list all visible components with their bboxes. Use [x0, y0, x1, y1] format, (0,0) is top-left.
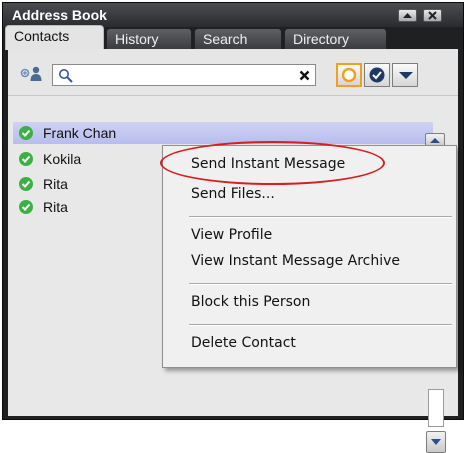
add-contact-icon[interactable] — [20, 65, 44, 83]
window-title: Address Book — [12, 7, 107, 23]
menu-item-view-profile[interactable]: View Profile — [191, 227, 272, 243]
toolbar — [8, 49, 458, 95]
contact-name: Rita — [43, 176, 68, 192]
available-status-icon — [342, 68, 357, 83]
online-status-icon — [19, 177, 33, 191]
contact-name: Frank Chan — [43, 125, 117, 141]
menu-item-send-files[interactable]: Send Files... — [191, 186, 275, 202]
close-button[interactable] — [423, 9, 442, 22]
menu-separator — [189, 324, 452, 326]
menu-item-delete-contact[interactable]: Delete Contact — [191, 335, 296, 351]
tab-contacts[interactable]: Contacts — [5, 25, 104, 50]
search-input[interactable] — [79, 66, 283, 86]
menu-item-view-im-archive[interactable]: View Instant Message Archive — [191, 253, 400, 269]
minimize-button[interactable] — [398, 9, 417, 22]
contact-row[interactable]: Frank Chan — [13, 122, 433, 144]
online-status-icon — [19, 126, 33, 140]
title-bar[interactable]: Address Book — [3, 3, 463, 27]
menu-separator — [189, 283, 452, 285]
scroll-down-button[interactable] — [426, 431, 446, 453]
search-icon — [59, 69, 73, 83]
scrollbar-thumb[interactable] — [428, 389, 444, 427]
online-status-icon — [19, 200, 33, 214]
close-icon — [428, 11, 437, 20]
search-field[interactable] — [52, 64, 316, 86]
tab-bar: Contacts History Search Directory — [3, 25, 463, 50]
tab-directory[interactable]: Directory — [284, 28, 387, 49]
clear-icon[interactable] — [299, 70, 310, 81]
minimize-icon — [403, 13, 412, 18]
check-status-icon — [369, 67, 385, 83]
highlight-ring — [160, 141, 385, 185]
status-dropdown-button[interactable] — [392, 63, 418, 87]
menu-item-block-person[interactable]: Block this Person — [191, 294, 310, 310]
dropdown-icon — [399, 72, 413, 79]
tab-history[interactable]: History — [106, 28, 192, 49]
menu-separator — [189, 216, 452, 218]
tab-search[interactable]: Search — [194, 28, 282, 49]
contact-name: Rita — [43, 199, 68, 215]
available-status-button[interactable] — [336, 63, 362, 87]
scroll-down-icon — [431, 439, 441, 445]
online-status-icon — [19, 152, 33, 166]
scroll-up-icon — [430, 138, 440, 143]
contact-name: Kokila — [43, 151, 82, 167]
check-status-button[interactable] — [364, 63, 390, 87]
